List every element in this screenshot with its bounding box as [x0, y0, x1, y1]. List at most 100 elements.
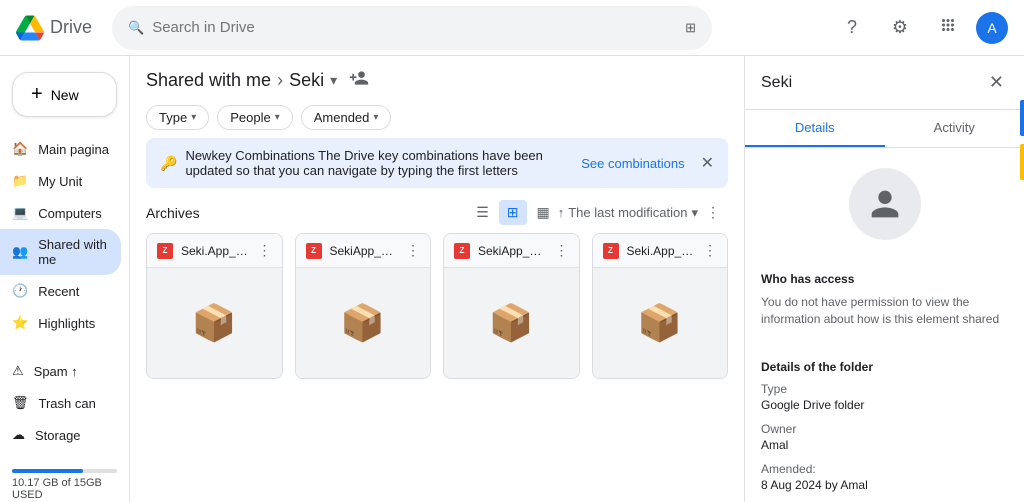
file-name-1: SekiApp_0.3.0....: [330, 244, 399, 258]
sidebar-label-recent: Recent: [38, 284, 79, 299]
right-panel: Seki ✕ Details Activity Who has access Y…: [744, 56, 1024, 502]
zip-icon-0: Z: [157, 243, 173, 259]
spam-icon: ⚠: [12, 363, 24, 379]
file-menu-2[interactable]: ⋮: [555, 242, 569, 259]
file-menu-1[interactable]: ⋮: [406, 242, 420, 259]
file-card-header-2: Z SekiApp_0.3.0.... ⋮: [444, 234, 579, 268]
sidebar-label-computers: Computers: [38, 206, 102, 221]
sort-button[interactable]: ↑ The last modification ▾: [558, 205, 698, 221]
type-value: Google Drive folder: [761, 398, 1008, 412]
filter-amended-arrow: ▾: [373, 112, 378, 123]
sidebar-item-recent[interactable]: 🕐 Recent: [0, 275, 121, 307]
file-preview-icon-0: 📦: [192, 302, 237, 344]
file-menu-3[interactable]: ⋮: [703, 242, 717, 259]
sidebar-label-spam: Spam ↑: [34, 364, 78, 379]
file-menu-0[interactable]: ⋮: [258, 242, 272, 259]
key-icon: 🔑: [160, 155, 177, 172]
sort-label: The last modification: [568, 205, 687, 220]
sidebar-label-storage: Storage: [35, 428, 81, 443]
panel-close-button[interactable]: ✕: [985, 68, 1008, 97]
storage-icon: ☁: [12, 427, 25, 443]
view-toggle: ☰ ⊞ ▦: [468, 200, 558, 225]
breadcrumb-parent[interactable]: Shared with me: [146, 70, 271, 91]
search-input[interactable]: [152, 19, 677, 36]
detail-type: Type Google Drive folder: [761, 382, 1008, 412]
file-card-0[interactable]: Z Seki.App_0.3.0.... ⋮ 📦: [146, 233, 283, 379]
folder-details-title: Details of the folder: [761, 360, 1008, 374]
settings-button[interactable]: ⚙: [880, 8, 920, 48]
notification-link[interactable]: See combinations: [581, 156, 684, 171]
help-button[interactable]: ?: [832, 8, 872, 48]
content-area: Shared with me › Seki ▾ Type ▾ Pe: [130, 56, 744, 502]
grid-view-button[interactable]: ▦: [529, 200, 558, 225]
search-options-icon[interactable]: ⊞: [685, 20, 696, 36]
amended-value: 8 Aug 2024 by Amal: [761, 478, 1008, 492]
breadcrumb: Shared with me › Seki ▾: [146, 68, 728, 93]
sidebar-item-trash[interactable]: 🗑 Trash can: [0, 387, 121, 419]
recent-icon: 🕐: [12, 283, 28, 299]
file-card-header-3: Z Seki.App_0.3.0.... ⋮: [593, 234, 728, 268]
file-card-header-1: Z SekiApp_0.3.0.... ⋮: [296, 234, 431, 268]
notification-bar: 🔑 Newkey Combinations The Drive key comb…: [146, 138, 728, 188]
sidebar-label-highlights: Highlights: [38, 316, 95, 331]
computer-icon: 💻: [12, 205, 28, 221]
sidebar-item-shared-with-me[interactable]: 👥 Shared with me: [0, 229, 121, 275]
new-button[interactable]: + New: [12, 72, 117, 117]
storage-bar-fill: [12, 469, 83, 473]
filter-type-label: Type: [159, 110, 187, 125]
file-name-0: Seki.App_0.3.0....: [181, 244, 250, 258]
file-card-2[interactable]: Z SekiApp_0.3.0.... ⋮ 📦: [443, 233, 580, 379]
apps-button[interactable]: [928, 8, 968, 48]
filter-type[interactable]: Type ▾: [146, 105, 209, 130]
panel-tab-activity[interactable]: Activity: [885, 110, 1024, 147]
search-bar[interactable]: 🔍 ⊞: [112, 6, 712, 50]
more-options-button[interactable]: ⋮: [698, 200, 728, 225]
sidebar-item-spam[interactable]: ⚠ Spam ↑: [0, 355, 121, 387]
list-view-button[interactable]: ☰: [468, 200, 497, 225]
folder-current-name: Seki: [289, 70, 324, 91]
new-button-label: New: [51, 87, 79, 103]
filter-type-arrow: ▾: [191, 112, 196, 123]
file-card-1[interactable]: Z SekiApp_0.3.0.... ⋮ 📦: [295, 233, 432, 379]
zip-icon-3: Z: [603, 243, 619, 259]
sidebar-item-main-pagina[interactable]: 🏠 Main pagina: [0, 133, 121, 165]
settings-icon: ⚙: [892, 17, 908, 38]
sidebar-item-my-unit[interactable]: 📁 My Unit: [0, 165, 121, 197]
star-icon: ⭐: [12, 315, 28, 331]
panel-tab-details[interactable]: Details: [745, 110, 885, 147]
filter-amended[interactable]: Amended ▾: [301, 105, 392, 130]
shared-icon: 👥: [12, 244, 28, 260]
file-preview-icon-1: 📦: [340, 302, 385, 344]
sort-up-icon: ↑: [558, 205, 565, 220]
user-avatar[interactable]: A: [976, 12, 1008, 44]
file-preview-3: 📦: [593, 268, 728, 378]
notification-close-button[interactable]: ✕: [701, 153, 714, 173]
sidebar-label-shared-with-me: Shared with me: [38, 237, 109, 267]
apps-grid-icon: [939, 16, 957, 39]
file-card-header-0: Z Seki.App_0.3.0.... ⋮: [147, 234, 282, 268]
file-preview-1: 📦: [296, 268, 431, 378]
sidebar-item-computers[interactable]: 💻 Computers: [0, 197, 121, 229]
sidebar-label-main-pagina: Main pagina: [38, 142, 109, 157]
who-has-access-title: Who has access: [761, 272, 1008, 286]
detail-amended: Amended: 8 Aug 2024 by Amal: [761, 462, 1008, 492]
plus-icon: +: [31, 83, 43, 106]
file-card-3[interactable]: Z Seki.App_0.3.0.... ⋮ 📦: [592, 233, 729, 379]
filter-people[interactable]: People ▾: [217, 105, 293, 130]
grid-check-view-button[interactable]: ⊞: [499, 200, 527, 225]
file-name-2: SekiApp_0.3.0....: [478, 244, 547, 258]
search-icon: 🔍: [128, 20, 144, 36]
files-grid: Z Seki.App_0.3.0.... ⋮ 📦 Z SekiApp_0.3.0…: [130, 233, 744, 395]
file-preview-2: 📦: [444, 268, 579, 378]
folder-name-button[interactable]: Seki ▾: [289, 70, 337, 91]
panel-folder-details: Details of the folder Type Google Drive …: [745, 348, 1024, 502]
who-has-access-description: You do not have permission to view the i…: [761, 294, 1008, 328]
sidebar-item-highlights[interactable]: ⭐ Highlights: [0, 307, 121, 339]
main-layout: + New 🏠 Main pagina 📁 My Unit 💻 Computer…: [0, 56, 1024, 502]
file-preview-icon-2: 📦: [489, 302, 534, 344]
zip-icon-2: Z: [454, 243, 470, 259]
detail-owner: Owner Amal: [761, 422, 1008, 452]
sidebar-item-storage[interactable]: ☁ Storage: [0, 419, 121, 451]
storage-bar-background: [12, 469, 117, 473]
add-people-icon[interactable]: [349, 68, 369, 93]
